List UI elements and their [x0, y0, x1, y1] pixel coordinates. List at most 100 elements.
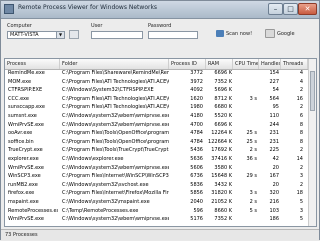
- table-row[interactable]: CTFRSPIP.EXE C:\Windows\System32\CTFRSPIP…: [5, 87, 316, 94]
- process-name: explorer.exe: [8, 156, 39, 162]
- col-threads[interactable]: Threads: [281, 59, 308, 69]
- ram-usage: 12264 K: [211, 130, 232, 137]
- table-row[interactable]: RemindMe.exe C:\Program Files\Shareware\R…: [5, 70, 316, 77]
- handles-count: 20: [272, 181, 279, 188]
- threads-count: 2: [299, 181, 303, 188]
- handles-count: 42: [272, 156, 279, 162]
- threads-count: 4: [299, 70, 303, 76]
- folder-path: C:\Windows\System32\CTFRSPIP.EXE: [62, 87, 154, 94]
- col-process-id[interactable]: Process ID: [169, 59, 206, 69]
- chevron-down-icon[interactable]: ▼: [56, 32, 64, 38]
- threads-count: 14: [296, 156, 303, 162]
- process-id: 5606: [190, 164, 203, 171]
- scroll-thumb[interactable]: [310, 71, 315, 111]
- col-handles[interactable]: Handles: [259, 59, 281, 69]
- scan-now-label: Scan now!: [226, 31, 253, 37]
- process-name: TrueCrypt.exe: [8, 147, 43, 154]
- ram-usage: 122664 K: [208, 138, 232, 145]
- folder-path: C:\Temp\RemoteProcesses.exe: [62, 207, 139, 214]
- col-folder[interactable]: Folder: [60, 59, 169, 69]
- table-row[interactable]: explorer.exe C:\Windows\explorer.exe 5636 3…: [5, 156, 316, 163]
- threads-count: 6: [299, 113, 303, 119]
- threads-count: 2: [299, 104, 303, 111]
- password-field[interactable]: [148, 31, 198, 39]
- cpu-time: [234, 182, 257, 189]
- process-name: runMB2.exe: [8, 181, 38, 188]
- folder-path: C:\Program Files\ATI Technologies\ATI.AC…: [62, 95, 169, 102]
- ram-usage: 5520 K: [214, 113, 232, 119]
- process-name: sunsccapp.exe: [8, 104, 45, 111]
- col-ram[interactable]: RAM: [206, 59, 233, 69]
- vertical-scrollbar[interactable]: [308, 59, 316, 226]
- process-name: ooAvr.exe: [8, 130, 33, 137]
- table-row[interactable]: WmiPrvSE.exe C:\Windows\system32\wbem\wmi…: [5, 165, 316, 172]
- handles-count: 54: [272, 87, 279, 94]
- ram-usage: 5696 K: [214, 87, 232, 94]
- folder-path: C:\Program Files\Internet\WinSCP\WinSCP3…: [62, 173, 169, 180]
- folder-path: C:\Program Files\ATI Technologies\ATI.AC…: [62, 78, 169, 85]
- table-row[interactable]: soffice.bin C:\Program Files\Tools\OpenOf…: [5, 139, 316, 146]
- ram-usage: 6680 K: [214, 104, 232, 111]
- process-id: 2040: [190, 199, 203, 205]
- table-row[interactable]: CCC.exe C:\Program Files\ATI Technologies…: [5, 96, 316, 103]
- table-row[interactable]: WmiPrvSE.exe C:\Windows\system32\wbem\wmi…: [5, 122, 316, 129]
- table-header: Process Folder Process ID RAM CPU Time H…: [5, 59, 316, 70]
- process-name: RemoteProcesses.exe: [8, 207, 58, 214]
- handles-count: 103: [269, 207, 279, 214]
- ram-usage: 7352 K: [214, 216, 232, 223]
- table-row[interactable]: sumsnt.exe C:\Windows\system32\wbem\wmipr…: [5, 113, 316, 120]
- cpu-time: 3 s: [249, 95, 257, 102]
- cpu-time: 3 s: [249, 190, 257, 197]
- process-name: WmiPrvSE.exe: [8, 164, 44, 171]
- table-row[interactable]: TrueCrypt.exe C:\Program Files\Tools\True…: [5, 147, 316, 154]
- table-row[interactable]: firefox.exe C:\Program Files\Internet\Fir…: [5, 190, 316, 197]
- process-id: 4092: [190, 87, 203, 94]
- handles-count: 225: [269, 147, 279, 154]
- ram-usage: 6696 K: [214, 121, 232, 128]
- handles-count: 20: [272, 164, 279, 171]
- ram-usage: 21052 K: [211, 199, 232, 205]
- table-row[interactable]: RemoteProcesses.exe C:\Temp\RemoteProcess…: [5, 208, 316, 215]
- table-row[interactable]: ooAvr.exe C:\Program Files\Tools\OpenOffi…: [5, 130, 316, 137]
- folder-path: C:\Program Files\Tools\TrueCrypt\TrueCry…: [62, 147, 169, 154]
- process-name: WmiPrvSE.exe: [8, 121, 44, 128]
- google-button[interactable]: Google: [265, 28, 295, 40]
- process-id: 4784: [190, 130, 203, 137]
- process-id: 5176: [190, 216, 203, 223]
- folder-path: C:\Windows\system32\svchost.exe: [62, 181, 149, 188]
- cpu-time: 25 s: [246, 130, 257, 137]
- computer-combo[interactable]: MATT-VISTA ▼: [7, 31, 65, 39]
- google-label: Google: [277, 31, 295, 37]
- table-row[interactable]: sunsccapp.exe C:\Program Files\ATI Techno…: [5, 104, 316, 111]
- scan-now-button[interactable]: Scan now!: [216, 28, 252, 40]
- folder-browse-icon[interactable]: [69, 30, 79, 39]
- process-name: soffice.bin: [8, 138, 34, 145]
- close-button[interactable]: ✕: [298, 3, 317, 15]
- col-cpu-time[interactable]: CPU Time: [233, 59, 259, 69]
- ram-usage: 3432 K: [214, 181, 232, 188]
- process-id: 4784: [190, 138, 203, 145]
- process-name: RemindMe.exe: [8, 70, 45, 76]
- cpu-time: 29 s: [246, 173, 257, 180]
- threads-count: 8: [299, 121, 303, 128]
- cpu-time: 2 s: [249, 147, 257, 154]
- handles-count: 320: [269, 190, 279, 197]
- table-row[interactable]: runMB2.exe C:\Windows\system32\svchost.ex…: [5, 182, 316, 189]
- cpu-time: [234, 70, 257, 77]
- minimize-button[interactable]: –: [268, 3, 283, 15]
- table-row[interactable]: WmiPrvSE.exe C:\Windows\system32\wbem\wmi…: [5, 216, 316, 223]
- handles-count: 564: [269, 95, 279, 102]
- col-process[interactable]: Process: [5, 59, 60, 69]
- folder-path: C:\Program Files\ATI Technologies\ATI.AC…: [62, 104, 169, 111]
- table-row[interactable]: mspaint.exe C:\Windows\system32\mspaint.e…: [5, 199, 316, 206]
- process-table[interactable]: Process Folder Process ID RAM CPU Time H…: [4, 58, 317, 227]
- google-icon: [265, 29, 275, 38]
- maximize-button[interactable]: □: [283, 3, 298, 15]
- table-row[interactable]: MOM.exe C:\Program Files\ATI Technologies…: [5, 79, 316, 86]
- user-field[interactable]: [91, 31, 143, 39]
- threads-count: 3: [299, 173, 303, 180]
- table-row[interactable]: WinSCP3.exe C:\Program Files\Internet\Win…: [5, 173, 316, 180]
- cpu-time: 2 s: [249, 199, 257, 205]
- threads-count: 18: [296, 190, 303, 197]
- computer-value: MATT-VISTA: [10, 32, 39, 38]
